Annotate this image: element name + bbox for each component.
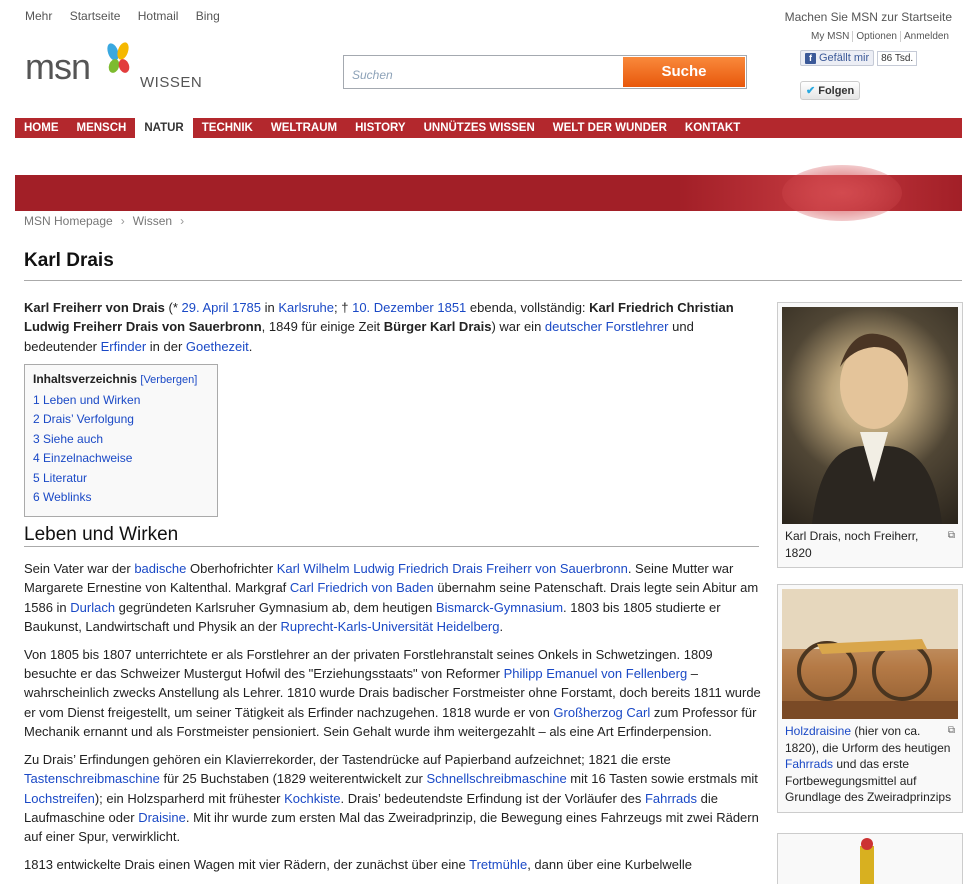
nav-natur[interactable]: NATUR [135,118,193,138]
article-paragraph: Sein Vater war der badische Oberhofricht… [24,561,759,635]
link[interactable]: Ruprecht-Karls-Universität Heidelberg [281,619,500,634]
options-link[interactable]: Optionen [852,31,900,42]
page-title: Karl Drais [24,250,114,271]
link[interactable]: Schnellschreibmaschine [427,771,567,786]
search-button[interactable]: Suche [623,57,745,87]
msn-logo[interactable]: msn WISSEN [25,42,202,91]
toc-item[interactable]: 3 Siehe auch [33,430,209,450]
nav-technik[interactable]: TECHNIK [193,118,262,138]
breadcrumb-msn-homepage[interactable]: MSN Homepage [24,214,113,228]
banner-swirl [782,165,902,221]
article-paragraph: 1813 entwickelte Drais einen Wagen mit v… [24,856,692,872]
toc-item[interactable]: 1 Leben und Wirken [33,391,209,411]
portrait-illustration [812,333,942,524]
draisine-infobox: ⧉ Holzdraisine (hier von ca. 1820), die U… [777,584,963,813]
link[interactable]: Kochkiste [284,791,340,806]
portrait-caption-text: Karl Drais, noch Freiherr, 1820 [785,529,919,560]
search-box: Suchen Suche [343,55,747,89]
facebook-like: f Gefällt mir 86 Tsd. [800,50,918,66]
link[interactable]: 10. Dezember 1851 [352,300,466,315]
chevron-right-icon: › [120,214,125,228]
nav-history[interactable]: HISTORY [346,118,414,138]
draisine-caption: ⧉ Holzdraisine (hier von ca. 1820), die U… [782,719,958,808]
nav-kontakt[interactable]: KONTAKT [676,118,749,138]
link[interactable]: Fahrrads [645,791,697,806]
facebook-icon: f [805,53,816,64]
portrait-infobox: ⧉ Karl Drais, noch Freiherr, 1820 [777,302,963,568]
my-msn-link[interactable]: My MSN [808,31,852,42]
link[interactable]: badische [134,561,186,576]
enlarge-icon[interactable]: ⧉ [948,528,955,545]
article-body: Karl Freiherr von Drais (* 29. April 178… [24,298,764,882]
section-name: WISSEN [140,74,203,91]
article-paragraph: Zu Drais’ Erfindungen gehören ein Klavie… [24,751,759,845]
link[interactable]: Karlsruhe [278,300,334,315]
section-heading: Leben und Wirken [24,524,759,548]
toc-item[interactable]: 2 Drais’ Verfolgung [33,410,209,430]
nav-unnuetzes-wissen[interactable]: UNNÜTZES WISSEN [415,118,544,138]
main-navigation: HOME MENSCH NATUR TECHNIK WELTRAUM HISTO… [15,118,962,138]
link[interactable]: deutscher [545,319,602,334]
make-startpage-link[interactable]: Machen Sie MSN zur Startseite [785,10,952,24]
twitter-follow-label: Folgen [818,85,855,97]
link[interactable]: Draisine [138,810,186,825]
nav-mensch[interactable]: MENSCH [68,118,136,138]
caption-link-fahrrads[interactable]: Fahrrads [785,757,833,771]
twitter-follow-button[interactable]: ✔ Folgen [800,81,861,100]
chevron-right-icon: › [180,214,185,228]
facebook-like-button[interactable]: f Gefällt mir [800,50,875,66]
link[interactable]: Großherzog Carl [553,705,650,720]
top-link-mehr[interactable]: Mehr [25,9,52,23]
top-right-area: Machen Sie MSN zur Startseite My MSN Opti… [785,10,952,42]
figure-illustration [860,838,874,884]
section-banner [15,165,962,221]
nav-welt-der-wunder[interactable]: WELT DER WUNDER [544,118,676,138]
third-infobox [777,833,963,884]
link[interactable]: Goethezeit [186,339,249,354]
top-links: Mehr Startseite Hotmail Bing [25,9,234,23]
portrait-caption: ⧉ Karl Drais, noch Freiherr, 1820 [782,524,958,563]
link[interactable]: Karl Wilhelm Ludwig Friedrich Drais Frei… [277,561,628,576]
link[interactable]: Tretmühle [469,857,527,872]
article-paragraph: Von 1805 bis 1807 unterrichtete er als F… [24,646,761,740]
link[interactable]: Erfinder [101,339,147,354]
intro-paragraph: Karl Freiherr von Drais (* 29. April 178… [24,300,734,354]
facebook-like-label: Gefällt mir [819,52,870,64]
enlarge-icon[interactable]: ⧉ [948,723,955,740]
toc-item[interactable]: 6 Weblinks [33,488,209,508]
butterfly-icon [107,42,130,73]
link[interactable]: Bismarck-Gymnasium [436,600,563,615]
toc-item[interactable]: 4 Einzelnachweise [33,449,209,469]
breadcrumb-wissen[interactable]: Wissen [133,214,172,228]
table-of-contents: Inhaltsverzeichnis [Verbergen] 1 Leben u… [24,364,218,517]
portrait-image[interactable] [782,307,958,524]
signin-link[interactable]: Anmelden [899,31,952,42]
toc-item[interactable]: 5 Literatur [33,469,209,489]
nav-weltraum[interactable]: WELTRAUM [262,118,346,138]
link[interactable]: Carl Friedrich von Baden [290,580,434,595]
top-link-startseite[interactable]: Startseite [70,9,121,23]
breadcrumb: MSN Homepage › Wissen › [24,214,192,228]
link[interactable]: Durlach [70,600,115,615]
facebook-like-count: 86 Tsd. [877,51,918,66]
toc-heading: Inhaltsverzeichnis [33,372,138,387]
search-input[interactable]: Suchen [344,56,624,88]
title-divider [24,280,962,281]
draisine-image[interactable] [782,589,958,719]
draisine-illustration [782,589,958,719]
link[interactable]: Philipp Emanuel von Fellenberg [504,666,688,681]
caption-link-holzdraisine[interactable]: Holzdraisine [785,724,851,738]
nav-home[interactable]: HOME [15,118,68,138]
twitter-bird-icon: ✔ [806,85,816,97]
toc-hide-link[interactable]: [Verbergen] [140,374,197,386]
link[interactable]: Forstlehrer [606,319,669,334]
link[interactable]: Tastenschreibmaschine [24,771,160,786]
link[interactable]: 29. April 1785 [182,300,262,315]
top-link-hotmail[interactable]: Hotmail [138,9,179,23]
top-link-bing[interactable]: Bing [196,9,220,23]
msn-wordmark: msn [25,46,91,87]
link[interactable]: Lochstreifen [24,791,95,806]
